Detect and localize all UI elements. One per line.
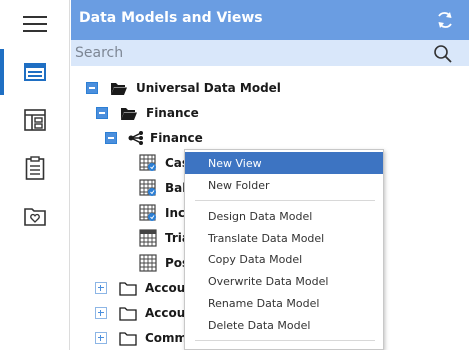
view-table-icon xyxy=(138,154,158,172)
favorites-folder-icon[interactable] xyxy=(0,194,70,238)
table-grid-icon xyxy=(138,254,158,272)
tree-node-view[interactable]: Cas xyxy=(138,152,189,174)
folder-icon xyxy=(118,329,138,347)
tree-node-folder[interactable]: Accoun xyxy=(95,277,194,299)
dashboard-layout-icon[interactable] xyxy=(0,98,70,142)
folder-icon xyxy=(118,279,138,297)
tree-node-folder[interactable]: Commo xyxy=(95,327,195,349)
menu-item-new-view[interactable]: New View xyxy=(185,152,383,174)
tree-node-folder[interactable]: Accoun xyxy=(95,302,194,324)
open-folder-icon xyxy=(119,104,139,122)
table-grid-icon xyxy=(138,229,158,247)
clipboard-icon[interactable] xyxy=(0,146,70,190)
left-rail xyxy=(0,0,70,350)
expand-toggle[interactable] xyxy=(95,307,107,319)
tree-node-label: Finance xyxy=(146,106,199,120)
menu-item-design-data-model[interactable]: Design Data Model xyxy=(185,205,383,227)
refresh-icon[interactable] xyxy=(435,10,455,30)
search-input[interactable] xyxy=(75,43,415,63)
menu-item-delete-data-model[interactable]: Delete Data Model xyxy=(185,314,383,336)
collapse-toggle[interactable] xyxy=(105,132,117,144)
menu-item-translate-data-model[interactable]: Translate Data Model xyxy=(185,227,383,249)
menu-icon[interactable] xyxy=(0,2,70,46)
menu-item-copy-data-model[interactable]: Copy Data Model xyxy=(185,248,383,270)
tree-node-finance-folder[interactable]: Finance xyxy=(96,102,199,124)
panel-header: Data Models and Views xyxy=(71,0,469,40)
open-folder-icon xyxy=(109,79,129,97)
menu-item-overwrite-data-model[interactable]: Overwrite Data Model xyxy=(185,270,383,292)
menu-separator xyxy=(195,340,375,341)
collapse-toggle[interactable] xyxy=(86,82,98,94)
context-menu: New View New Folder Design Data Model Tr… xyxy=(184,149,384,350)
tree-node-label: Universal Data Model xyxy=(136,81,281,95)
data-model-icon xyxy=(128,129,144,147)
tree-node-view[interactable]: Pos xyxy=(138,252,189,274)
folder-icon xyxy=(118,304,138,322)
panel-title: Data Models and Views xyxy=(79,10,263,26)
menu-separator xyxy=(195,200,375,201)
view-table-icon xyxy=(138,179,158,197)
tree-node-root[interactable]: Universal Data Model xyxy=(86,77,281,99)
menu-item-new-folder[interactable]: New Folder xyxy=(185,174,383,196)
tree-node-label: Finance xyxy=(150,131,203,145)
search-icon[interactable] xyxy=(433,44,453,64)
menu-item-rename-data-model[interactable]: Rename Data Model xyxy=(185,292,383,314)
view-table-icon xyxy=(138,204,158,222)
tree-node-finance-model[interactable]: Finance xyxy=(105,127,203,149)
tree-node-view[interactable]: Tria xyxy=(138,227,190,249)
expand-toggle[interactable] xyxy=(95,282,107,294)
collapse-toggle[interactable] xyxy=(96,107,108,119)
search-bar xyxy=(71,40,469,66)
data-models-icon[interactable] xyxy=(0,50,70,94)
expand-toggle[interactable] xyxy=(95,332,107,344)
